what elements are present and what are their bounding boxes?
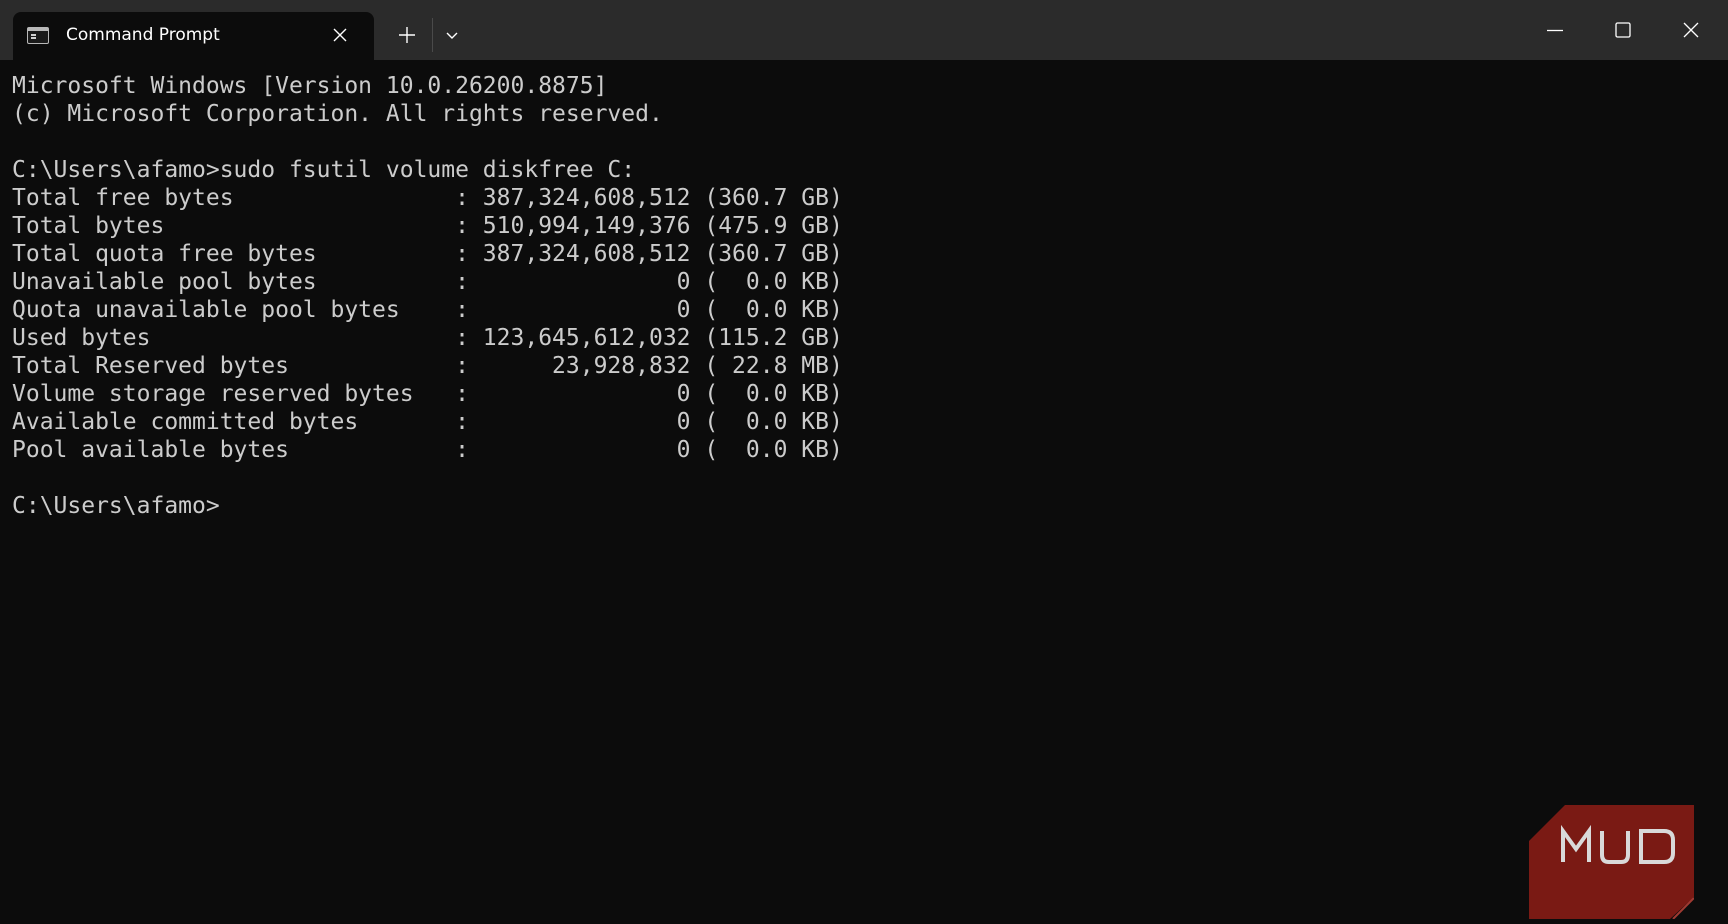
close-icon: [333, 28, 347, 42]
close-icon: [1683, 22, 1699, 38]
tab-close-button[interactable]: [329, 24, 351, 46]
tab-divider: [432, 18, 433, 52]
minimize-icon: [1547, 29, 1563, 32]
muo-watermark-logo: [1529, 805, 1694, 919]
command-prompt-line: C:\Users\afamo>: [12, 493, 220, 519]
tab-title: Command Prompt: [66, 25, 220, 45]
terminal-line: Quota unavailable pool bytes : 0 ( 0.0 K…: [12, 297, 843, 323]
new-tab-button[interactable]: [389, 17, 425, 53]
terminal-line: Total free bytes : 387,324,608,512 (360.…: [12, 185, 843, 211]
terminal-line: Unavailable pool bytes : 0 ( 0.0 KB): [12, 269, 843, 295]
terminal-line: Total bytes : 510,994,149,376 (475.9 GB): [12, 213, 843, 239]
maximize-button[interactable]: [1598, 8, 1648, 52]
close-window-button[interactable]: [1666, 8, 1716, 52]
terminal-icon: [27, 27, 49, 44]
terminal-line: Used bytes : 123,645,612,032 (115.2 GB): [12, 325, 843, 351]
minimize-button[interactable]: [1530, 8, 1580, 52]
terminal-line: C:\Users\afamo>sudo fsutil volume diskfr…: [12, 157, 636, 183]
terminal-output-area[interactable]: Microsoft Windows [Version 10.0.26200.88…: [0, 60, 1728, 924]
terminal-line: Microsoft Windows [Version 10.0.26200.88…: [12, 73, 608, 99]
maximize-icon: [1615, 22, 1631, 38]
chevron-down-icon: [446, 32, 458, 39]
title-bar[interactable]: Command Prompt: [0, 0, 1728, 60]
terminal-line: Total quota free bytes : 387,324,608,512…: [12, 241, 843, 267]
tab-command-prompt[interactable]: Command Prompt: [13, 12, 374, 60]
terminal-line: Total Reserved bytes : 23,928,832 ( 22.8…: [12, 353, 843, 379]
tab-dropdown-button[interactable]: [434, 17, 470, 53]
terminal-window: Command Prompt Microsoft Windows [Versio…: [0, 0, 1728, 924]
plus-icon: [399, 27, 415, 43]
terminal-line: (c) Microsoft Corporation. All rights re…: [12, 101, 663, 127]
terminal-text: Microsoft Windows [Version 10.0.26200.88…: [12, 72, 843, 520]
terminal-line: Available committed bytes : 0 ( 0.0 KB): [12, 409, 843, 435]
terminal-line: Pool available bytes : 0 ( 0.0 KB): [12, 437, 843, 463]
terminal-line: Volume storage reserved bytes : 0 ( 0.0 …: [12, 381, 843, 407]
